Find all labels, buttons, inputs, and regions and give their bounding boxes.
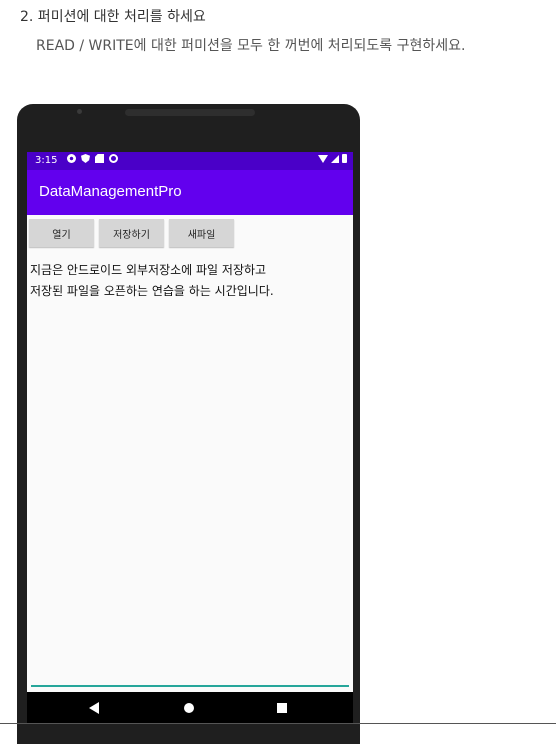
open-button[interactable]: 열기: [29, 219, 94, 247]
phone-frame: 3:15 DataManagementPro 열기 저장하기 새파일 지금은 안…: [17, 104, 360, 744]
phone-screen: 3:15 DataManagementPro 열기 저장하기 새파일 지금은 안…: [27, 152, 353, 724]
app-bar: DataManagementPro: [27, 170, 353, 215]
signal-icon: [331, 154, 339, 163]
button-row: 열기 저장하기 새파일: [27, 219, 353, 249]
instruction-title: 2. 퍼미션에 대한 처리를 하세요: [20, 9, 206, 25]
recents-icon[interactable]: [277, 703, 287, 713]
instruction-section: 2. 퍼미션에 대한 처리를 하세요 READ / WRITE에 대한 퍼미션을…: [0, 0, 556, 100]
sdcard-icon: [95, 154, 104, 163]
shield-icon: [81, 154, 90, 163]
status-bar: 3:15: [27, 152, 353, 170]
new-file-button[interactable]: 새파일: [169, 219, 234, 247]
camera-icon: [77, 109, 82, 114]
divider: [0, 723, 556, 724]
speaker-grille: [125, 109, 255, 116]
battery-icon: [342, 154, 347, 163]
content-edit-text[interactable]: 지금은 안드로이드 외부저장소에 파일 저장하고 저장된 파일을 오픈하는 연습…: [30, 260, 348, 680]
instruction-description: READ / WRITE에 대한 퍼미션을 모두 한 꺼번에 처리되도록 구현하…: [36, 38, 466, 54]
home-icon[interactable]: [184, 703, 194, 713]
wifi-icon: [318, 154, 328, 163]
navigation-bar: [27, 692, 353, 724]
sync-icon: [109, 154, 118, 163]
status-time: 3:15: [35, 155, 58, 166]
edit-text-underline: [31, 685, 349, 687]
gear-icon: [67, 154, 76, 163]
status-system-icons: [318, 154, 347, 163]
save-button[interactable]: 저장하기: [99, 219, 164, 247]
status-notification-icons: [67, 154, 118, 163]
back-icon[interactable]: [89, 702, 99, 714]
app-title: DataManagementPro: [39, 183, 182, 200]
